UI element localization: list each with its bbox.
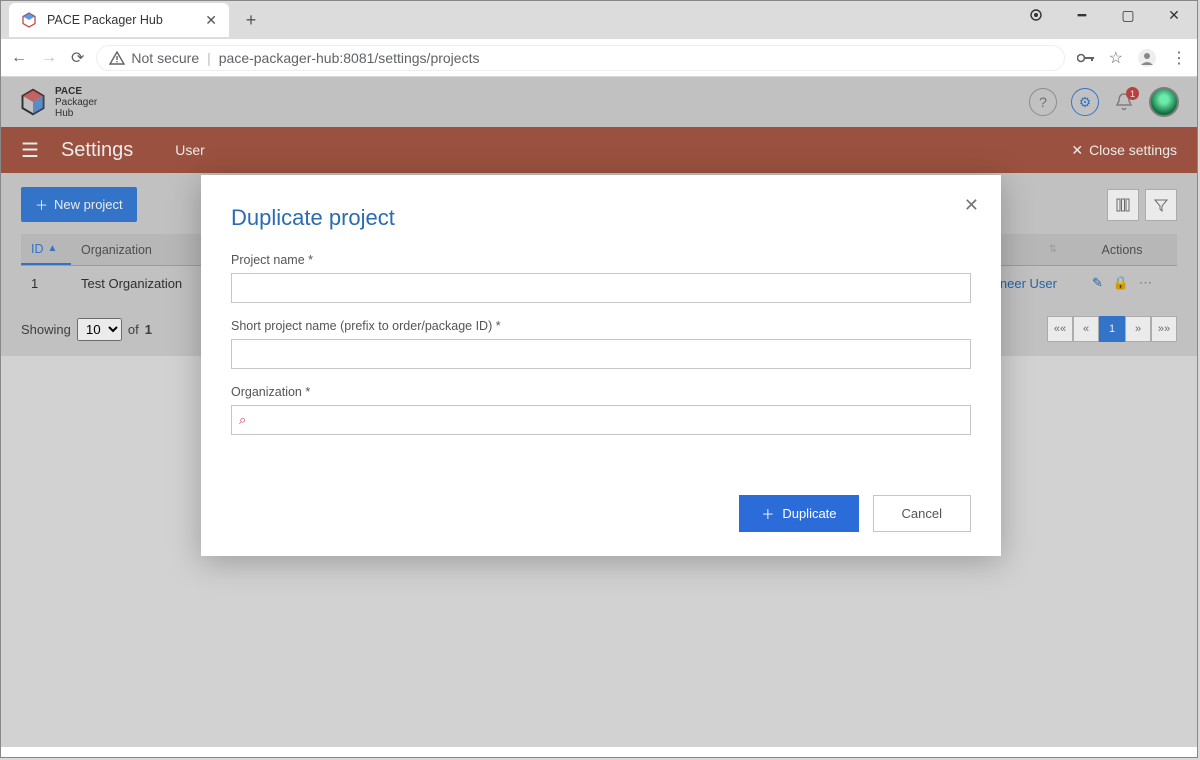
brand-line3: Hub	[55, 108, 97, 119]
new-project-label: New project	[54, 197, 123, 212]
col-actions: Actions	[1067, 243, 1177, 257]
settings-title: Settings	[61, 139, 133, 162]
nav-forward-icon[interactable]: →	[41, 49, 57, 67]
star-icon[interactable]: ☆	[1109, 48, 1123, 68]
cell-id: 1	[21, 276, 71, 291]
settings-bar: ☰ Settings User ✕ Close settings	[1, 127, 1197, 173]
tab-favicon	[21, 12, 37, 28]
organization-input[interactable]	[231, 405, 971, 435]
pager-page-1[interactable]: 1	[1099, 316, 1125, 342]
filter-button[interactable]	[1145, 189, 1177, 221]
duplicate-button[interactable]: ＋ Duplicate	[739, 495, 858, 532]
window-misc-icon[interactable]	[1013, 1, 1059, 29]
page-size-select[interactable]: 10	[77, 318, 122, 341]
window-controls: ━ ▢ ✕	[1013, 1, 1197, 29]
edit-icon[interactable]: ✎	[1092, 275, 1103, 291]
nav-reload-icon[interactable]: ⟳	[71, 48, 84, 68]
new-tab-button[interactable]: +	[237, 6, 265, 34]
new-project-button[interactable]: ＋ New project	[21, 187, 137, 222]
address-bar[interactable]: Not secure | pace-packager-hub:8081/sett…	[96, 45, 1064, 71]
close-settings-label: Close settings	[1089, 142, 1177, 158]
menu-icon[interactable]: ☰	[21, 138, 39, 163]
user-avatar[interactable]	[1149, 87, 1179, 117]
tab-close-icon[interactable]: ✕	[205, 12, 217, 29]
pager-first[interactable]: ««	[1047, 316, 1073, 342]
sort-asc-icon: ▲	[48, 243, 58, 254]
help-icon[interactable]: ?	[1029, 88, 1057, 116]
kebab-menu-icon[interactable]: ⋮	[1171, 48, 1187, 68]
cancel-button[interactable]: Cancel	[873, 495, 971, 532]
nav-back-icon[interactable]: ←	[11, 49, 27, 67]
close-settings-button[interactable]: ✕ Close settings	[1071, 142, 1177, 159]
browser-tab[interactable]: PACE Packager Hub ✕	[9, 3, 229, 37]
duplicate-label: Duplicate	[782, 506, 836, 521]
settings-tab-users[interactable]: User	[175, 142, 205, 158]
window-close-button[interactable]: ✕	[1151, 1, 1197, 29]
settings-gear-icon[interactable]: ⚙	[1071, 88, 1099, 116]
url-text: pace-packager-hub:8081/settings/projects	[219, 50, 480, 66]
short-name-label: Short project name (prefix to order/pack…	[231, 319, 971, 333]
app-header: PACE Packager Hub ? ⚙ 1	[1, 77, 1197, 127]
lock-icon[interactable]: 🔒	[1113, 275, 1129, 291]
brand-logo[interactable]: PACE Packager Hub	[19, 86, 97, 119]
pager-prev[interactable]: «	[1073, 316, 1099, 342]
modal-close-button[interactable]: ✕	[964, 195, 979, 216]
modal-title: Duplicate project	[231, 205, 971, 231]
close-icon: ✕	[1071, 142, 1083, 159]
window-maximize-button[interactable]: ▢	[1105, 1, 1151, 29]
key-icon[interactable]	[1077, 52, 1095, 64]
security-indicator[interactable]: Not secure	[109, 50, 199, 66]
sort-icon: ⇅	[1049, 244, 1057, 255]
columns-view-button[interactable]	[1107, 189, 1139, 221]
more-icon[interactable]: ⋯	[1139, 275, 1152, 291]
window-minimize-button[interactable]: ━	[1059, 1, 1105, 29]
pager-last[interactable]: »»	[1151, 316, 1177, 342]
pager: «« « 1 » »»	[1047, 316, 1177, 342]
pagination-info: Showing 10 of 1	[21, 318, 152, 341]
project-name-label: Project name *	[231, 253, 971, 267]
pager-next[interactable]: »	[1125, 316, 1151, 342]
notifications-icon[interactable]: 1	[1113, 91, 1135, 113]
tab-title: PACE Packager Hub	[47, 13, 195, 27]
search-icon: ⌕	[239, 412, 246, 428]
notification-badge: 1	[1126, 87, 1139, 100]
profile-icon[interactable]	[1137, 48, 1157, 68]
plus-icon: ＋	[761, 504, 774, 523]
plus-icon: ＋	[35, 195, 48, 214]
organization-label: Organization *	[231, 385, 971, 399]
brand-line2: Packager	[55, 97, 97, 108]
browser-toolbar: ← → ⟳ Not secure | pace-packager-hub:808…	[1, 39, 1197, 77]
duplicate-project-modal: ✕ Duplicate project Project name * Short…	[201, 175, 1001, 556]
cancel-label: Cancel	[902, 506, 942, 521]
security-label: Not secure	[131, 50, 199, 66]
project-name-input[interactable]	[231, 273, 971, 303]
short-name-input[interactable]	[231, 339, 971, 369]
col-id[interactable]: ID▲	[21, 234, 71, 265]
brand-line1: PACE	[55, 86, 97, 97]
